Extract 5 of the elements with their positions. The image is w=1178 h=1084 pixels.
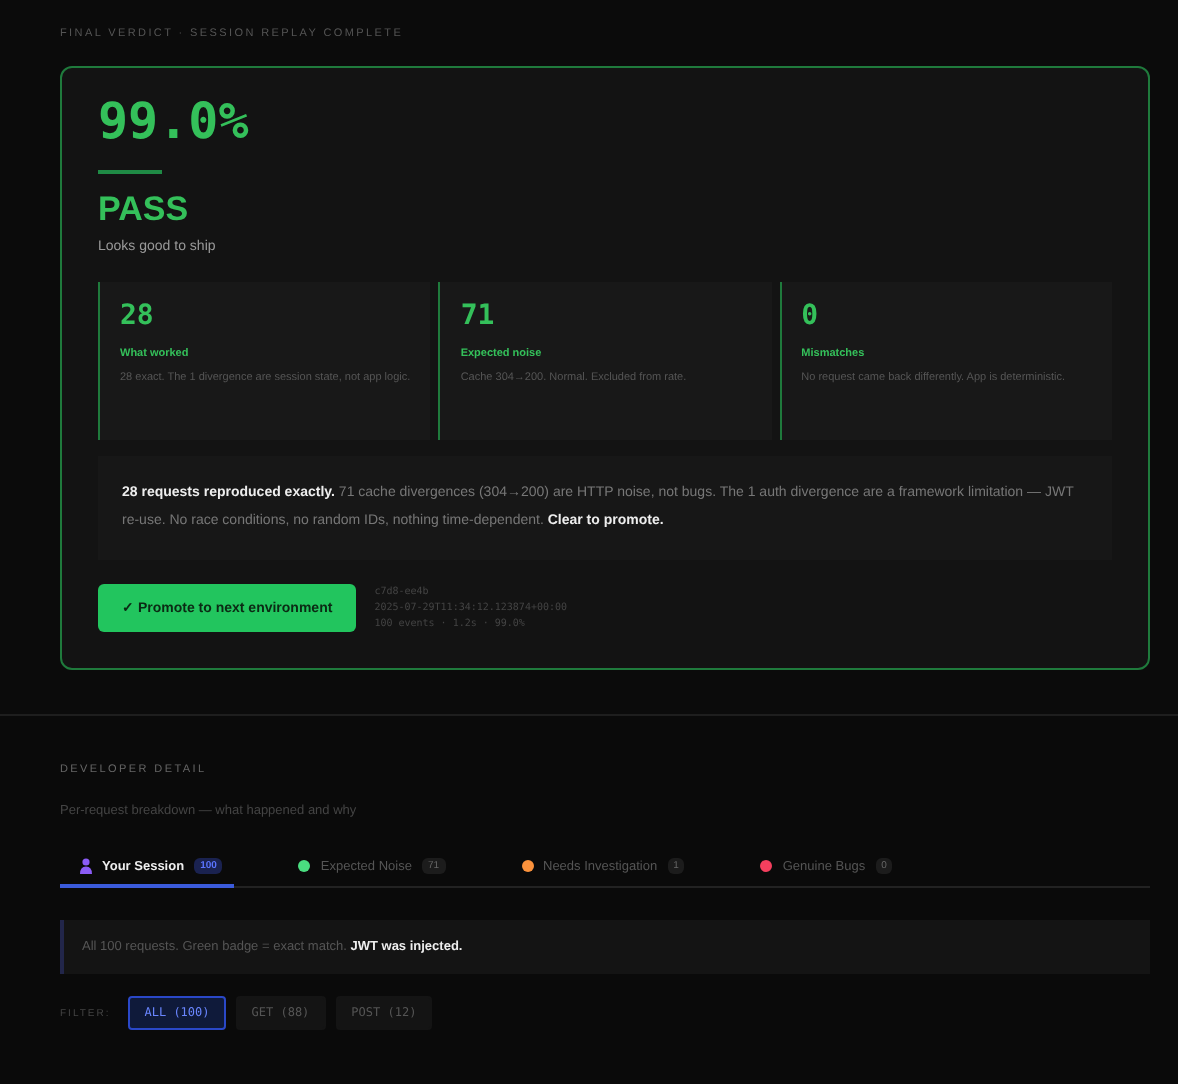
- stat-value: 0: [801, 300, 821, 332]
- score-value: 99.0%: [98, 92, 251, 150]
- status-label: PASS: [98, 190, 191, 230]
- stat-value: 71: [460, 300, 497, 332]
- stat-value: 28: [120, 300, 156, 332]
